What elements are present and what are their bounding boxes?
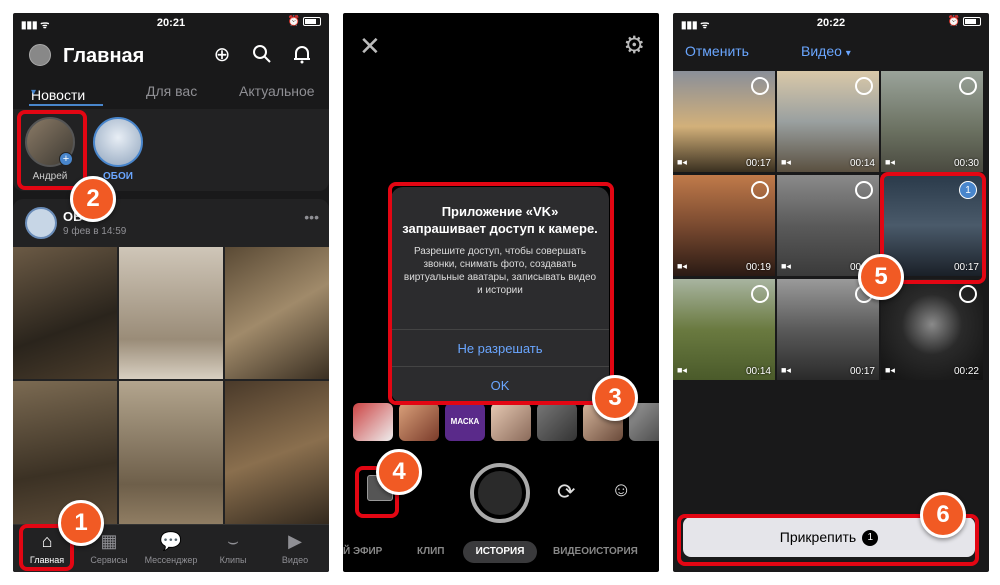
select-circle[interactable] [855,181,873,199]
video-icon: ■◂ [885,365,895,375]
add-icon[interactable]: ⊕ [211,44,233,66]
search-icon[interactable] [251,44,273,66]
callout-5: 5 [858,254,904,300]
mode-selector: Й ЭФИР КЛИП ИСТОРИЯ ВИДЕОИСТОРИЯ [343,541,659,563]
mask-item[interactable] [491,403,531,441]
duration: 00:17 [849,366,875,377]
video-icon: ■◂ [677,261,687,271]
video-icon: ■◂ [781,365,791,375]
highlight-dialog [388,182,614,405]
video-icon: ■◂ [885,157,895,167]
media-cell[interactable]: ■◂ 00:17 [673,71,775,172]
duration: 00:22 [953,366,979,377]
media-cell[interactable]: ■◂ 00:17 [777,279,879,380]
media-filter[interactable]: Видео ▾ [801,43,851,59]
mode-clip[interactable]: КЛИП [417,546,445,557]
status-time: 20:22 [816,17,846,29]
close-icon[interactable]: ✕ [359,31,381,62]
clips-icon: ⌣ [227,531,239,551]
callout-4: 4 [376,449,422,495]
video-icon: ■◂ [781,157,791,167]
callout-1: 1 [58,500,104,546]
story-oboi[interactable] [93,117,143,167]
duration: 00:19 [745,262,771,273]
picker-screen: ▮▮▮ ᯤ 20:22 ⏰ Отменить Видео ▾ ■◂ 00:17 ■… [673,13,989,572]
select-circle[interactable] [855,77,873,95]
feed-post: ОБ 9 фев в 14:59 ••• [13,199,329,529]
media-cell[interactable]: ■◂ 00:14 [777,71,879,172]
duration: 00:17 [745,158,771,169]
select-circle[interactable] [959,285,977,303]
battery-icon: ⏰ [288,16,321,27]
mode-live[interactable]: Й ЭФИР [343,546,382,557]
highlight-story [17,110,87,190]
media-cell[interactable]: ■◂ 00:30 [881,71,983,172]
video-icon: ■◂ [677,157,687,167]
post-photo[interactable] [13,247,117,379]
profile-avatar[interactable] [29,44,51,66]
callout-6: 6 [920,492,966,538]
select-circle[interactable] [959,77,977,95]
select-circle[interactable] [751,77,769,95]
status-bar: ▮▮▮ ᯤ 20:22 ⏰ [673,13,989,33]
mask-item[interactable] [399,403,439,441]
post-photo[interactable] [119,381,223,529]
nav-video[interactable]: ▶ Видео [265,529,325,565]
tab-trending[interactable]: Актуальное [239,83,315,99]
callout-2: 2 [70,176,116,222]
tab-for-you[interactable]: Для вас [146,83,197,99]
mode-story[interactable]: ИСТОРИЯ [463,541,537,563]
post-avatar[interactable] [25,207,57,239]
duration: 00:14 [849,158,875,169]
battery-icon: ⏰ [948,16,981,27]
select-circle[interactable] [751,181,769,199]
post-photo[interactable] [119,247,223,379]
mask-item[interactable] [353,403,393,441]
post-date: 9 фев в 14:59 [63,226,127,237]
nav-clips[interactable]: ⌣ Клипы [203,529,263,565]
duration: 00:14 [745,366,771,377]
duration: 00:30 [953,158,979,169]
post-photo[interactable] [225,247,329,379]
post-photo-grid [13,247,329,529]
shutter-button[interactable] [470,463,530,523]
mask-item[interactable] [537,403,577,441]
chat-icon: 💬 [159,531,183,551]
page-title: Главная [63,45,145,67]
mode-videostory[interactable]: ВИДЕОИСТОРИЯ [553,546,638,557]
chevron-down-icon: ▾ [31,87,37,98]
media-cell[interactable]: ■◂ 00:19 [673,175,775,276]
feed-tabs: Новости ▾ Для вас Актуальное [13,79,329,107]
gear-icon[interactable]: ⚙ [623,31,645,60]
tab-underline [29,104,103,106]
video-icon: ■◂ [677,365,687,375]
feed-screen: ▮▮▮ ᯤ 20:21 ⏰ Главная ⊕ Новости ▾ Для ва… [13,13,329,572]
video-icon: ▶ [288,531,302,551]
nav-messenger[interactable]: 💬 Мессенджер [141,529,201,565]
flip-camera-icon[interactable]: ⟳ [557,479,575,505]
mask-icon[interactable]: ☺ [611,479,631,502]
video-icon: ■◂ [781,261,791,271]
media-cell[interactable]: ■◂ 00:14 [673,279,775,380]
cancel-button[interactable]: Отменить [685,43,749,59]
chevron-down-icon: ▾ [845,48,851,59]
status-bar: ▮▮▮ ᯤ 20:21 ⏰ [13,13,329,33]
post-photo[interactable] [225,381,329,529]
callout-3: 3 [592,375,638,421]
status-time: 20:21 [156,17,186,29]
bell-icon[interactable] [291,44,313,66]
more-icon[interactable]: ••• [304,209,319,225]
mask-item[interactable]: МАСКА [445,403,485,441]
select-circle[interactable] [751,285,769,303]
